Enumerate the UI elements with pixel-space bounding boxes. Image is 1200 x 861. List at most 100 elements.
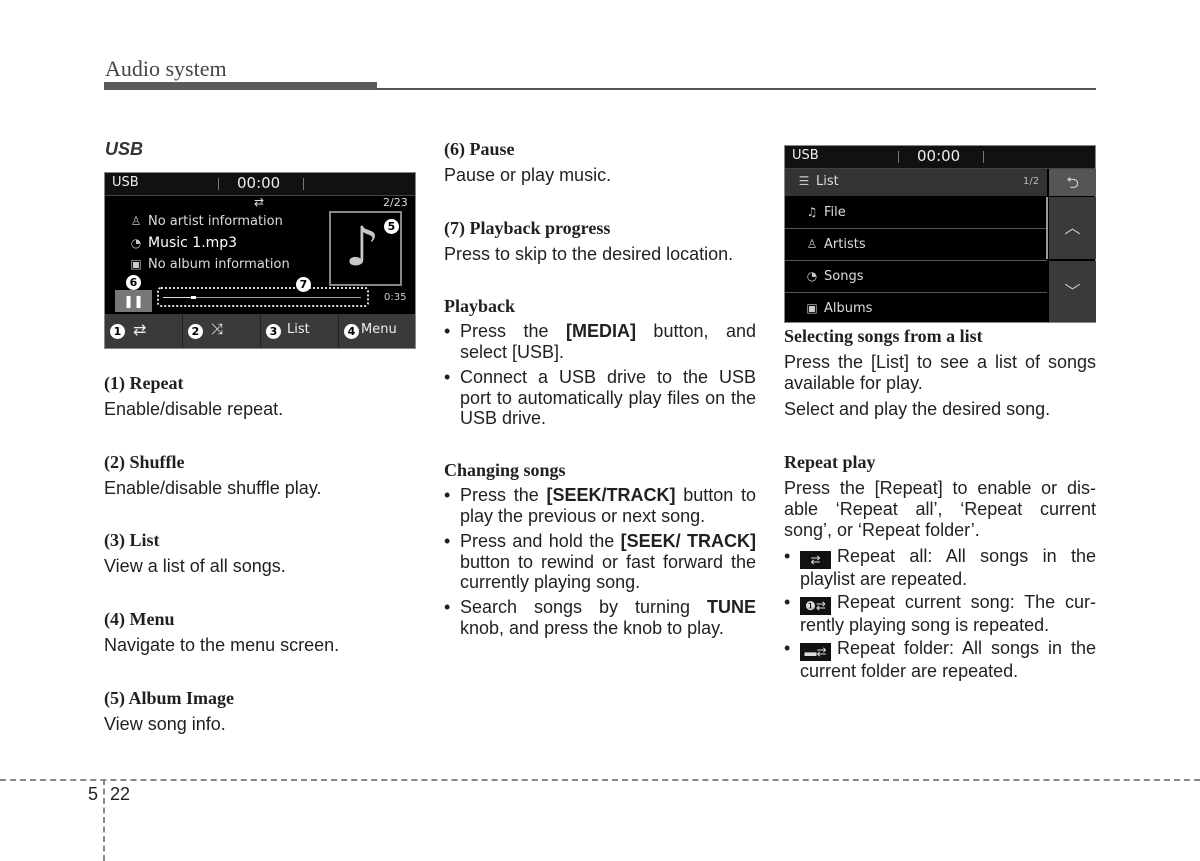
list-item-artists[interactable]: ♙ Artists <box>785 229 1047 261</box>
usb-player-screen: USB 00:00 ⇄ 2/23 ♙ No artist information … <box>104 172 416 349</box>
section-title-usb: USB <box>105 139 144 159</box>
list-item-file[interactable]: ♫ File <box>785 197 1047 229</box>
menu-button[interactable]: 4 Menu <box>339 314 415 348</box>
text-menu: Navigate to the menu screen. <box>104 635 340 655</box>
list-button[interactable]: 3 List <box>261 314 339 348</box>
artist-row: ♙ No artist information <box>129 214 283 229</box>
text-album-image: View song info. <box>104 714 226 734</box>
album-row: ▣ No album information <box>129 257 290 272</box>
disc-icon: ◔ <box>806 269 818 283</box>
page-number: 22 <box>110 784 131 804</box>
repeat-icon: ⇄ <box>133 320 147 339</box>
heading-changing-songs: Changing songs <box>444 460 566 480</box>
progress-fill <box>163 297 191 298</box>
pause-button[interactable]: ❚❚ <box>115 290 152 312</box>
playback-progress-bar[interactable] <box>157 287 369 307</box>
list-icon: ☰ <box>798 174 810 188</box>
chapter-number: 5 <box>88 784 99 804</box>
chevron-down-icon: ﹀ <box>1064 282 1081 301</box>
elapsed-time: 0:35 <box>384 292 407 303</box>
callout-7: 7 <box>296 277 311 292</box>
title-text: Music 1.mp3 <box>148 235 238 251</box>
text-repeat-play: Press the [Repeat] to enable or dis-able… <box>784 478 1096 540</box>
list-header-row: ☰ List <box>798 174 839 189</box>
album-text: No album information <box>148 257 290 272</box>
scroll-down-button[interactable]: ﹀ <box>1049 261 1096 322</box>
heading-pause: (6) Pause <box>444 139 515 159</box>
header-rule-thick <box>104 82 377 90</box>
callout-5: 5 <box>384 219 399 234</box>
bullet-repeat-folder: • ▬⇄ Repeat folder: All songs in the curre… <box>784 638 1096 681</box>
bullet-repeat-current: • ❶⇄ Repeat current song: The cur-rently p… <box>784 592 1096 635</box>
progress-knob[interactable] <box>190 296 196 299</box>
shuffle-button[interactable]: 2 ⤨ <box>183 314 261 348</box>
list-label: List <box>287 322 310 337</box>
bullet-changing-3: • Search songs by turning TUNE knob, and … <box>444 597 756 638</box>
heading-selecting-songs: Selecting songs from a list <box>784 326 983 346</box>
divider <box>983 151 984 163</box>
text-repeat: Enable/disable repeat. <box>104 399 284 419</box>
text-pause: Pause or play music. <box>444 165 612 185</box>
album-icon: ▣ <box>806 301 818 315</box>
list-item-songs[interactable]: ◔ Songs <box>785 261 1047 293</box>
bullet-playback-2: • Connect a USB drive to the USB port to … <box>444 367 756 428</box>
album-image[interactable]: ♪ 5 <box>329 211 402 286</box>
heading-menu: (4) Menu <box>104 609 175 629</box>
back-icon: ⮌ <box>1066 173 1079 192</box>
album-icon: ▣ <box>130 257 142 271</box>
artist-text: No artist information <box>148 214 283 229</box>
shuffle-icon: ⤨ <box>211 320 224 338</box>
bullet-changing-2: • Press and hold the [SEEK/ TRACK] button… <box>444 531 757 592</box>
heading-playback-progress: (7) Playback progress <box>444 218 611 238</box>
track-counter: 2/23 <box>383 196 408 209</box>
person-icon: ♙ <box>806 237 818 251</box>
repeat-all-icon: ⇄ <box>800 551 831 569</box>
list-item-albums[interactable]: ▣ Albums <box>785 293 1047 325</box>
text-selecting-2: Select and play the desired song. <box>784 399 1051 419</box>
callout-2: 2 <box>188 324 203 339</box>
list-page-indicator: 1/2 <box>1023 176 1040 187</box>
bullet-playback-1: • Press the [MEDIA] button, and select [U… <box>444 321 756 362</box>
heading-repeat: (1) Repeat <box>104 373 184 393</box>
scroll-up-button[interactable]: ︿ <box>1049 197 1096 259</box>
source-label: USB <box>112 175 139 190</box>
disc-icon: ◔ <box>130 236 142 250</box>
screen-status-bar: USB 00:00 <box>785 146 1095 169</box>
divider <box>898 151 899 163</box>
clock: 00:00 <box>917 147 961 165</box>
list-scrollbar[interactable] <box>1046 197 1048 259</box>
heading-playback: Playback <box>444 296 516 316</box>
heading-shuffle: (2) Shuffle <box>104 452 185 472</box>
music-note-icon: ♫ <box>806 205 818 219</box>
chevron-up-icon: ︿ <box>1064 218 1081 237</box>
heading-album-image: (5) Album Image <box>104 688 234 708</box>
heading-repeat-play: Repeat play <box>784 452 876 472</box>
callout-3: 3 <box>266 324 281 339</box>
bullet-repeat-all: • ⇄ Repeat all: All songs in the playlist … <box>784 546 1096 589</box>
title-row: ◔ Music 1.mp3 <box>129 235 237 251</box>
footer-rule <box>0 779 1200 781</box>
divider <box>218 178 219 190</box>
page-header-title: Audio system <box>105 56 227 81</box>
callout-1: 1 <box>110 324 125 339</box>
music-note-icon: ♪ <box>345 215 380 278</box>
text-list: View a list of all songs. <box>104 556 286 576</box>
list-header: ☰ List 1/2 <box>785 169 1047 196</box>
clock: 00:00 <box>237 174 281 192</box>
divider <box>303 178 304 190</box>
screen-status-bar: USB 00:00 <box>105 173 415 196</box>
text-selecting-1: Press the [List] to see a list of songs … <box>784 352 1096 393</box>
person-icon: ♙ <box>130 214 142 228</box>
pause-icon: ❚❚ <box>123 294 144 308</box>
repeat-folder-icon: ▬⇄ <box>800 643 831 661</box>
repeat-status-icon: ⇄ <box>254 195 265 209</box>
text-playback-progress: Press to skip to the desired location. <box>444 244 734 264</box>
usb-list-screen: USB 00:00 ☰ List 1/2 ⮌ ♫ File ♙ Artists ◔ So… <box>784 145 1096 323</box>
header-rule-thin <box>377 88 1096 90</box>
repeat-button[interactable]: 1 ⇄ <box>105 314 183 348</box>
bullet-changing-1: • Press the [SEEK/TRACK] button to play t… <box>444 485 756 526</box>
menu-label: Menu <box>361 322 397 337</box>
back-button[interactable]: ⮌ <box>1049 169 1096 196</box>
callout-6: 6 <box>126 275 141 290</box>
heading-list: (3) List <box>104 530 160 550</box>
